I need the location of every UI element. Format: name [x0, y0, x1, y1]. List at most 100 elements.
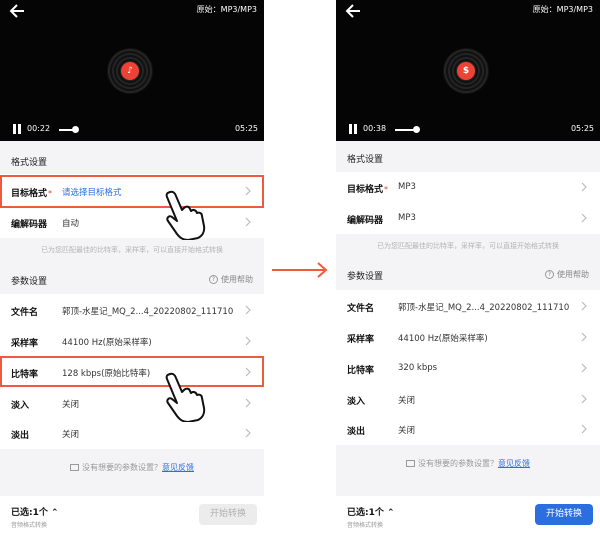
param-value: 320 kbps: [398, 363, 438, 373]
param-value: 郭顶-水星记_MQ_2...4_20220802_111710: [62, 307, 234, 317]
back-arrow-icon[interactable]: [8, 2, 28, 20]
param-label: 淡入: [347, 397, 366, 407]
encoder-label: 编解码器: [11, 220, 48, 230]
param-settings-title: 参数设置: [347, 272, 384, 282]
param-label: 采样率: [11, 339, 39, 349]
original-format-label: 原始：MP3/MP3: [532, 5, 593, 14]
target-format-value: MP3: [398, 182, 416, 192]
highlight-box: [0, 356, 264, 387]
param-row[interactable]: 文件名 郭顶-水星记_MQ_2...4_20220802_111710: [336, 291, 600, 322]
param-row[interactable]: 文件名 郭顶-水星记_MQ_2...4_20220802_111710: [0, 295, 264, 326]
right-arrow-icon: [272, 262, 328, 278]
param-settings-title: 参数设置: [11, 277, 48, 287]
phone-screen-before: 原始：MP3/MP3 ♪ 00:22 05:25 格式设置 目标格式* 请选择目…: [0, 0, 264, 534]
hand-pointer-icon: [165, 190, 206, 240]
hand-pointer-icon: [165, 372, 206, 422]
auto-match-note: 已为您匹配最佳的比特率，采样率，可以直接开始格式转换: [41, 246, 223, 254]
chevron-up-icon: ⌃: [387, 508, 395, 518]
chevron-right-icon: [245, 428, 251, 438]
current-time: 00:22: [27, 124, 51, 133]
total-time: 05:25: [234, 124, 258, 133]
feedback-link[interactable]: 意见反馈: [498, 459, 530, 468]
param-label: 采样率: [347, 335, 375, 345]
feedback-line: 没有想要的参数设置？意见反馈: [336, 458, 600, 469]
encoder-row[interactable]: 编解码器 自动: [0, 207, 264, 238]
audio-player: 原始：MP3/MP3 $ 00:38 05:25: [336, 0, 600, 141]
back-arrow-icon[interactable]: [344, 2, 364, 20]
param-label: 比特率: [347, 366, 375, 376]
progress-knob[interactable]: [72, 126, 79, 133]
param-label: 淡入: [11, 401, 30, 411]
feedback-icon: [406, 460, 415, 467]
param-row[interactable]: 采样率 44100 Hz(原始采样率): [336, 322, 600, 353]
param-row[interactable]: 比特率 320 kbps: [336, 353, 600, 384]
chevron-right-icon: [245, 305, 251, 315]
vinyl-disc-icon: $: [443, 48, 489, 94]
chevron-right-icon: [581, 213, 587, 223]
chevron-right-icon: [245, 336, 251, 346]
selected-subtitle: 音频格式转换: [11, 522, 48, 529]
param-label: 文件名: [11, 308, 39, 318]
chevron-right-icon: [245, 217, 251, 227]
selected-count[interactable]: 已选:1个 ⌃: [347, 505, 395, 518]
help-link[interactable]: ? 使用帮助: [209, 274, 253, 285]
vinyl-disc-icon: ♪: [107, 48, 153, 94]
bottom-bar: 已选:1个 ⌃ 音频格式转换 开始转换: [0, 496, 264, 534]
required-mark: *: [384, 185, 389, 194]
phone-screen-after: 原始：MP3/MP3 $ 00:38 05:25 格式设置 目标格式* MP3 …: [336, 0, 600, 534]
encoder-label: 编解码器: [347, 216, 384, 226]
progress-knob[interactable]: [413, 126, 420, 133]
start-convert-button[interactable]: 开始转换: [199, 504, 257, 525]
help-circle-icon: ?: [209, 275, 218, 284]
chevron-right-icon: [581, 363, 587, 373]
param-label: 淡出: [11, 431, 30, 441]
audio-player: 原始：MP3/MP3 ♪ 00:22 05:25: [0, 0, 264, 141]
chevron-up-icon: ⌃: [51, 508, 59, 518]
param-row[interactable]: 淡入 关闭: [336, 384, 600, 415]
format-settings-card: 目标格式* MP3 编解码器 MP3: [336, 172, 600, 234]
chevron-right-icon: [581, 182, 587, 192]
format-settings-title: 格式设置: [347, 155, 384, 165]
chevron-right-icon: [581, 332, 587, 342]
start-convert-button[interactable]: 开始转换: [535, 504, 593, 525]
chevron-right-icon: [581, 301, 587, 311]
chevron-right-icon: [581, 424, 587, 434]
auto-match-note: 已为您匹配最佳的比特率，采样率，可以直接开始格式转换: [377, 242, 559, 250]
feedback-line: 没有想要的参数设置？意见反馈: [0, 462, 264, 473]
param-value: 郭顶-水星记_MQ_2...4_20220802_111710: [398, 303, 570, 313]
param-row[interactable]: 淡出 关闭: [336, 414, 600, 445]
encoder-row[interactable]: 编解码器 MP3: [336, 203, 600, 234]
progress-bar[interactable]: [395, 129, 415, 131]
target-format-label: 目标格式: [347, 185, 384, 195]
feedback-link[interactable]: 意见反馈: [162, 463, 194, 472]
chevron-right-icon: [581, 394, 587, 404]
current-time: 00:38: [363, 124, 387, 133]
encoder-value: 自动: [62, 219, 80, 229]
help-circle-icon: ?: [545, 270, 554, 279]
chevron-right-icon: [245, 398, 251, 408]
total-time: 05:25: [570, 124, 594, 133]
encoder-value: MP3: [398, 213, 416, 223]
param-row[interactable]: 采样率 44100 Hz(原始采样率): [0, 326, 264, 357]
selected-count[interactable]: 已选:1个 ⌃: [11, 505, 59, 518]
selected-subtitle: 音频格式转换: [347, 522, 384, 529]
original-format-label: 原始：MP3/MP3: [196, 5, 257, 14]
param-label: 淡出: [347, 427, 366, 437]
param-row[interactable]: 淡出 关闭: [0, 418, 264, 449]
target-format-row[interactable]: 目标格式* MP3: [336, 172, 600, 203]
param-value: 44100 Hz(原始采样率): [398, 334, 488, 344]
param-label: 文件名: [347, 304, 375, 314]
param-value: 44100 Hz(原始采样率): [62, 338, 152, 348]
param-row[interactable]: 淡入 关闭: [0, 388, 264, 419]
format-settings-title: 格式设置: [11, 158, 48, 168]
feedback-icon: [70, 464, 79, 471]
param-value: 关闭: [398, 396, 416, 406]
param-value: 关闭: [62, 400, 80, 410]
pause-icon[interactable]: [348, 124, 358, 135]
highlight-box: [0, 175, 264, 208]
help-link[interactable]: ? 使用帮助: [545, 269, 589, 280]
param-value: 关闭: [62, 430, 80, 440]
param-value: 关闭: [398, 426, 416, 436]
pause-icon[interactable]: [12, 124, 22, 135]
bottom-bar: 已选:1个 ⌃ 音频格式转换 开始转换: [336, 496, 600, 534]
